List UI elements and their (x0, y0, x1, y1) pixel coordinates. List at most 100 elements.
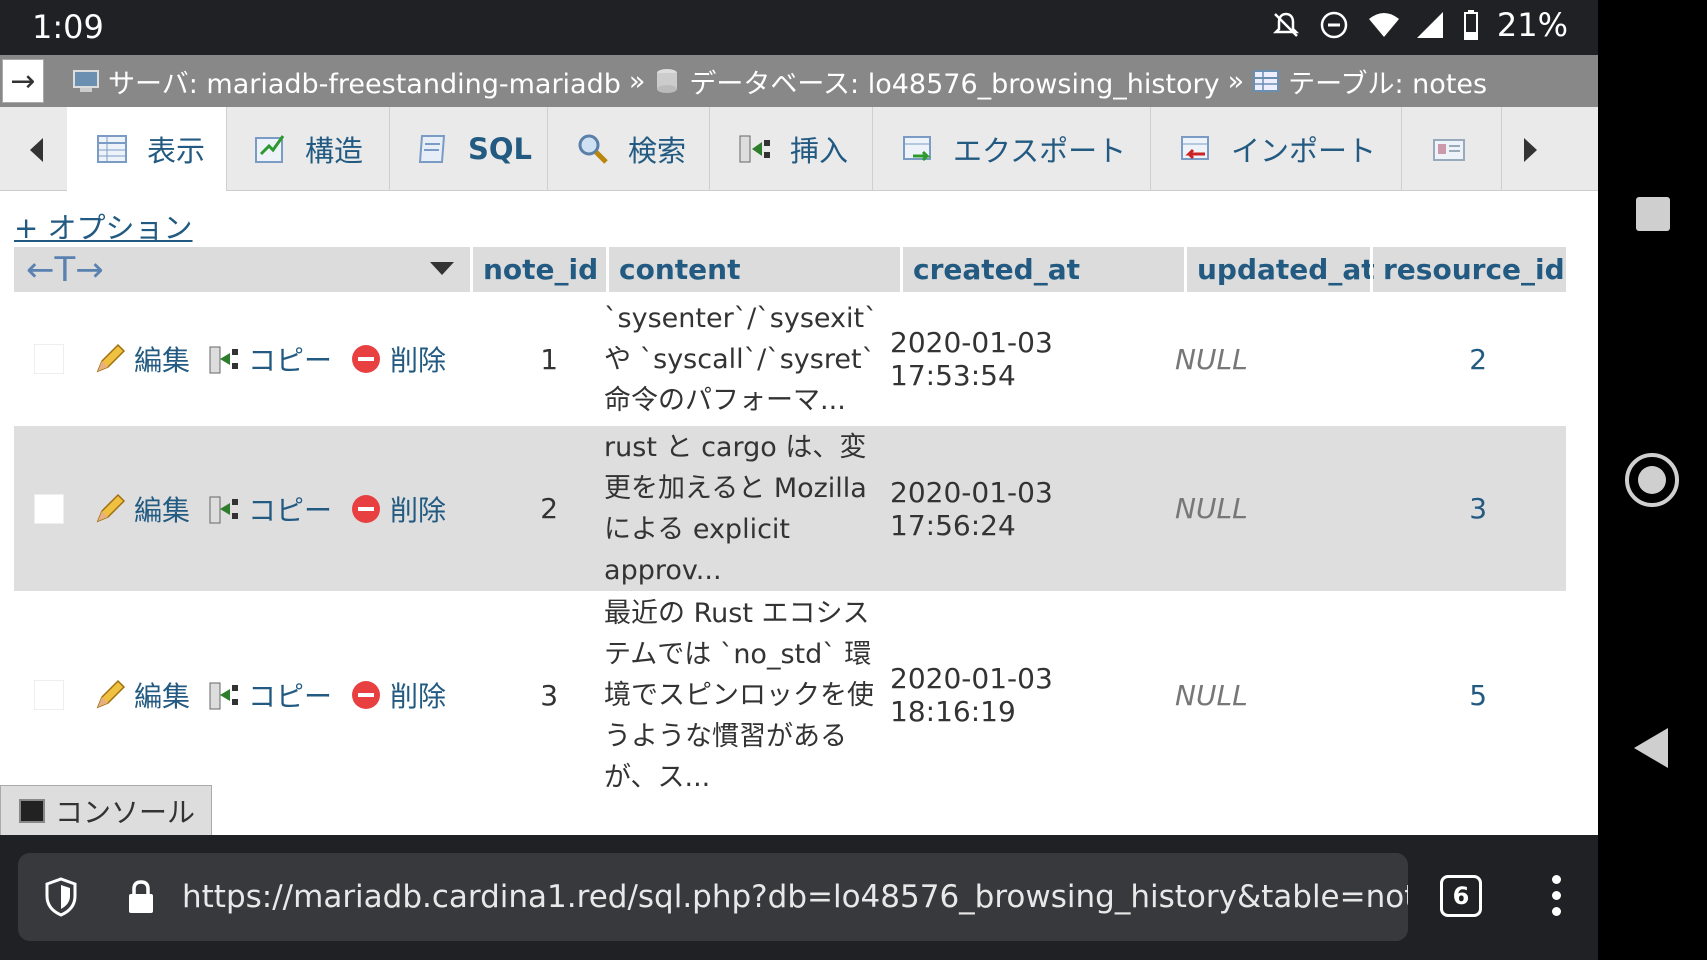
status-bar: 1:09 21% (0, 0, 1598, 55)
copy-row-icon (208, 493, 240, 525)
wifi-icon (1367, 10, 1399, 40)
edit-label: 編集 (134, 493, 191, 527)
column-resize-arrows[interactable]: ←T→ (26, 250, 104, 290)
copy-button[interactable]: コピー (208, 489, 332, 529)
options-link[interactable]: + オプション (14, 205, 193, 247)
row-checkbox[interactable] (34, 344, 64, 374)
delete-icon (350, 679, 382, 711)
copy-label: コピー (248, 680, 333, 713)
url-text[interactable]: https://mariadb.cardina1.red/sql.php?db=… (182, 879, 1408, 915)
cell-content[interactable]: rust と cargo は、変更を加えると Mozilla による expli… (590, 427, 880, 591)
column-header-note-id[interactable]: note_id (470, 247, 606, 292)
copy-button[interactable]: コピー (208, 675, 332, 715)
edit-label: 編集 (134, 680, 191, 713)
tab-sql[interactable]: SQL (390, 107, 548, 191)
url-bar[interactable]: https://mariadb.cardina1.red/sql.php?db=… (18, 853, 1408, 941)
lock-icon[interactable] (126, 879, 156, 915)
cell-content[interactable]: `sysenter`/`sysexit` や `syscall`/`sysret… (590, 298, 880, 421)
cell-note-id[interactable]: 1 (464, 343, 590, 376)
row-checkbox[interactable] (34, 680, 64, 710)
breadcrumb-server-link[interactable]: サーバ: mariadb-freestanding-mariadb (108, 62, 621, 101)
tab-scroll-right-icon[interactable] (1524, 138, 1537, 162)
copy-button[interactable]: コピー (208, 339, 332, 379)
cell-created-at[interactable]: 2020-01-03 18:16:19 (880, 662, 1165, 728)
breadcrumb-table-link[interactable]: テーブル: notes (1288, 62, 1487, 101)
copy-label: コピー (248, 344, 333, 377)
row-checkbox[interactable] (34, 493, 64, 524)
table-header: ←T→ note_id content created_at updated_a… (14, 247, 1566, 292)
edit-button[interactable]: 編集 (94, 675, 190, 715)
cell-updated-at[interactable]: NULL (1165, 679, 1345, 712)
cell-note-id[interactable]: 3 (464, 679, 590, 712)
delete-button[interactable]: 削除 (350, 339, 446, 379)
cell-note-id[interactable]: 2 (464, 492, 590, 525)
delete-button[interactable]: 削除 (350, 489, 446, 529)
tab-more[interactable] (1402, 107, 1502, 191)
database-icon (653, 67, 685, 95)
battery-percent: 21% (1496, 6, 1568, 44)
tab-label: 表示 (147, 134, 206, 168)
table-icon (1252, 67, 1284, 95)
console-toggle-button[interactable]: コンソール (0, 785, 212, 835)
column-header-updated-at[interactable]: updated_at (1184, 247, 1375, 292)
more-menu-icon[interactable] (1550, 875, 1562, 921)
tracking-protection-icon[interactable] (44, 877, 78, 917)
delete-icon (350, 493, 382, 525)
cell-updated-at[interactable]: NULL (1165, 492, 1345, 525)
breadcrumb-toggle-button[interactable]: → (2, 59, 44, 103)
delete-label: 削除 (390, 344, 447, 377)
delete-label: 削除 (390, 680, 447, 713)
tab-label: SQL (468, 132, 533, 166)
breadcrumb-database-link[interactable]: データベース: lo48576_browsing_history (689, 62, 1219, 101)
browser-toolbar: https://mariadb.cardina1.red/sql.php?db=… (0, 835, 1598, 960)
copy-row-icon (208, 679, 240, 711)
cell-updated-at[interactable]: NULL (1165, 343, 1345, 376)
delete-label: 削除 (390, 493, 447, 527)
tab-label: 構造 (305, 134, 364, 168)
cell-resource-id-link[interactable]: 5 (1345, 679, 1515, 712)
column-header-resource-id[interactable]: resource_id (1370, 247, 1565, 292)
edit-button[interactable]: 編集 (94, 489, 190, 529)
tab-label: エクスポート (953, 134, 1127, 168)
tab-label: 挿入 (790, 134, 849, 168)
tab-scroll-left-icon[interactable] (30, 138, 43, 162)
tab-import[interactable]: インポート (1151, 107, 1402, 191)
tab-export[interactable]: エクスポート (873, 107, 1151, 191)
copy-label: コピー (248, 493, 333, 527)
export-icon (901, 132, 935, 166)
cell-resource-id-link[interactable]: 3 (1345, 492, 1515, 525)
back-icon[interactable] (1634, 728, 1668, 768)
status-time: 1:09 (32, 8, 104, 46)
tab-insert[interactable]: 挿入 (710, 107, 873, 191)
edit-button[interactable]: 編集 (94, 339, 190, 379)
delete-button[interactable]: 削除 (350, 675, 446, 715)
cell-created-at[interactable]: 2020-01-03 17:56:24 (880, 476, 1165, 542)
delete-icon (350, 343, 382, 375)
column-header-created-at[interactable]: created_at (900, 247, 1184, 292)
table-row: 編集 コピー 削除 2 rust と cargo は、変更を加えると Mozil… (14, 426, 1566, 591)
recents-icon[interactable] (1636, 197, 1670, 231)
cell-created-at[interactable]: 2020-01-03 17:53:54 (880, 326, 1165, 392)
table-row: 編集 コピー 削除 1 `sysenter`/`sysexit` や `sysc… (14, 292, 1566, 426)
home-icon[interactable] (1625, 453, 1679, 507)
cell-content[interactable]: 最近の Rust エコシステムでは `no_std` 環境でスピンロックを使うよ… (590, 593, 880, 798)
import-icon (1179, 132, 1213, 166)
breadcrumb: → サーバ: mariadb-freestanding-mariadb » デー… (0, 55, 1598, 107)
pencil-icon (94, 343, 126, 375)
pencil-icon (94, 493, 126, 525)
signal-icon (1415, 10, 1445, 40)
browse-icon (95, 132, 129, 166)
chevron-down-icon[interactable] (430, 262, 454, 275)
cell-resource-id-link[interactable]: 2 (1345, 343, 1515, 376)
tab-structure[interactable]: 構造 (227, 107, 390, 191)
pencil-icon (94, 679, 126, 711)
tab-switcher-button[interactable]: 6 (1440, 875, 1482, 917)
tab-search[interactable]: 検索 (548, 107, 710, 191)
copy-row-icon (208, 343, 240, 375)
column-header-content[interactable]: content (606, 247, 900, 292)
privileges-icon (1432, 132, 1466, 166)
sql-icon (416, 132, 450, 166)
tab-browse[interactable]: 表示 (67, 107, 227, 191)
column-controls: ←T→ (14, 247, 470, 292)
results-table: ←T→ note_id content created_at updated_a… (14, 247, 1566, 799)
